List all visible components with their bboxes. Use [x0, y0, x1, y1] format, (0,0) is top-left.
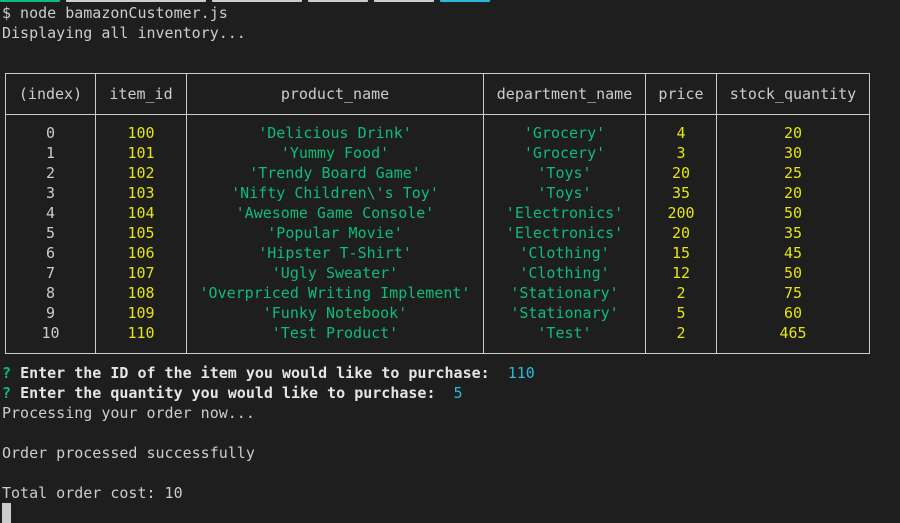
cell-price: 35 [671, 184, 691, 202]
cell-department-name: 'Stationary' [510, 284, 619, 302]
table-row: 9 109 'Funky Notebook' 'Stationary' 5 60 [6, 303, 869, 323]
table-row: 4 104 'Awesome Game Console' 'Electronics' 2… [6, 203, 869, 223]
question-mark-icon: ? [2, 364, 12, 382]
cell-stock-quantity: 45 [783, 244, 803, 262]
cell-index: 5 [45, 224, 56, 242]
cell-department-name: 'Electronics' [505, 204, 624, 222]
cell-department-name: 'Grocery' [523, 144, 606, 162]
cell-item-id: 107 [127, 264, 155, 282]
cell-index: 9 [45, 304, 56, 322]
cell-department-name: 'Toys' [537, 184, 592, 202]
success-message: Order processed successfully [2, 444, 255, 462]
cell-index: 6 [45, 244, 56, 262]
cell-price: 200 [667, 204, 695, 222]
cell-stock-quantity: 465 [779, 324, 807, 342]
cell-index: 8 [45, 284, 56, 302]
cell-department-name: 'Clothing' [519, 244, 610, 262]
cell-item-id: 105 [127, 224, 155, 242]
cell-product-name: 'Delicious Drink' [258, 124, 412, 142]
command-line: $ node bamazonCustomer.js [2, 4, 228, 22]
cell-item-id: 108 [127, 284, 155, 302]
prompt-quantity-answer: 5 [453, 384, 463, 402]
cell-item-id: 103 [127, 184, 155, 202]
table-row: 1 101 'Yummy Food' 'Grocery' 3 30 [6, 143, 869, 163]
cell-stock-quantity: 60 [783, 304, 803, 322]
cell-stock-quantity: 20 [783, 124, 803, 142]
table-row: 10 110 'Test Product' 'Test' 2 465 [6, 323, 869, 343]
table-row: 7 107 'Ugly Sweater' 'Clothing' 12 50 [6, 263, 869, 283]
prompt-item-id-question: Enter the ID of the item you would like … [20, 364, 490, 382]
cell-department-name: 'Test' [537, 324, 592, 342]
cell-stock-quantity: 50 [783, 204, 803, 222]
cell-product-name: 'Trendy Board Game' [249, 164, 421, 182]
cell-index: 4 [45, 204, 56, 222]
cell-stock-quantity: 50 [783, 264, 803, 282]
cell-department-name: 'Grocery' [523, 124, 606, 142]
table-row: 5 105 'Popular Movie' 'Electronics' 20 35 [6, 223, 869, 243]
cell-stock-quantity: 75 [783, 284, 803, 302]
cell-index: 3 [45, 184, 56, 202]
cell-index: 10 [41, 324, 60, 342]
cell-index: 1 [45, 144, 56, 162]
cell-stock-quantity: 25 [783, 164, 803, 182]
cell-price: 4 [676, 124, 686, 142]
cell-item-id: 101 [127, 144, 155, 162]
status-line: Displaying all inventory... [2, 24, 246, 42]
cell-stock-quantity: 35 [783, 224, 803, 242]
table-row: 2 102 'Trendy Board Game' 'Toys' 20 25 [6, 163, 869, 183]
cell-stock-quantity: 20 [783, 184, 803, 202]
prompt-quantity: ? Enter the quantity you would like to p… [2, 383, 463, 403]
terminal-cursor[interactable] [2, 503, 11, 523]
header-stock-quantity: stock_quantity [729, 85, 857, 103]
header-product-name: product_name [280, 85, 390, 103]
cell-product-name: 'Yummy Food' [280, 144, 390, 162]
cell-price: 15 [671, 244, 691, 262]
prompt-quantity-question: Enter the quantity you would like to pur… [20, 384, 436, 402]
cell-product-name: 'Funky Notebook' [262, 304, 408, 322]
cell-item-id: 100 [127, 124, 155, 142]
cell-item-id: 109 [127, 304, 155, 322]
cell-department-name: 'Electronics' [505, 224, 624, 242]
cell-department-name: 'Toys' [537, 164, 592, 182]
table-row: 6 106 'Hipster T-Shirt' 'Clothing' 15 45 [6, 243, 869, 263]
table-row: 8 108 'Overpriced Writing Implement' 'Stati… [6, 283, 869, 303]
total-cost: Total order cost: 10 [2, 484, 183, 502]
cell-item-id: 104 [127, 204, 155, 222]
header-department-name: department_name [496, 85, 633, 103]
cell-price: 20 [671, 164, 691, 182]
processing-message: Processing your order now... [2, 404, 255, 422]
cell-product-name: 'Overpriced Writing Implement' [199, 284, 471, 302]
cell-price: 20 [671, 224, 691, 242]
cell-index: 0 [45, 124, 56, 142]
cell-price: 2 [676, 284, 686, 302]
header-price: price [658, 85, 704, 103]
cell-product-name: 'Popular Movie' [267, 224, 403, 242]
cell-item-id: 110 [127, 324, 155, 342]
cell-item-id: 106 [127, 244, 155, 262]
table-row: 0 100 'Delicious Drink' 'Grocery' 4 20 [6, 123, 869, 143]
cell-index: 7 [45, 264, 56, 282]
question-mark-icon: ? [2, 384, 12, 402]
prompt-item-id-answer: 110 [507, 364, 535, 382]
cell-department-name: 'Stationary' [510, 304, 619, 322]
cell-department-name: 'Clothing' [519, 264, 610, 282]
cell-price: 2 [676, 324, 686, 342]
inventory-table: (index) item_id product_name department_… [5, 73, 870, 354]
cell-product-name: 'Test Product' [271, 324, 399, 342]
cell-stock-quantity: 30 [783, 144, 803, 162]
table-row: 3 103 'Nifty Children\'s Toy' 'Toys' 35 20 [6, 183, 869, 203]
cell-product-name: 'Nifty Children\'s Toy' [231, 184, 439, 202]
cell-product-name: 'Awesome Game Console' [235, 204, 435, 222]
cell-index: 2 [45, 164, 56, 182]
cell-item-id: 102 [127, 164, 155, 182]
cell-price: 3 [676, 144, 686, 162]
cell-price: 12 [671, 264, 691, 282]
cell-product-name: 'Hipster T-Shirt' [258, 244, 412, 262]
header-item-id: item_id [109, 85, 173, 103]
prompt-item-id: ? Enter the ID of the item you would lik… [2, 363, 535, 383]
header-index: (index) [18, 85, 83, 103]
cell-price: 5 [676, 304, 686, 322]
cell-product-name: 'Ugly Sweater' [271, 264, 399, 282]
